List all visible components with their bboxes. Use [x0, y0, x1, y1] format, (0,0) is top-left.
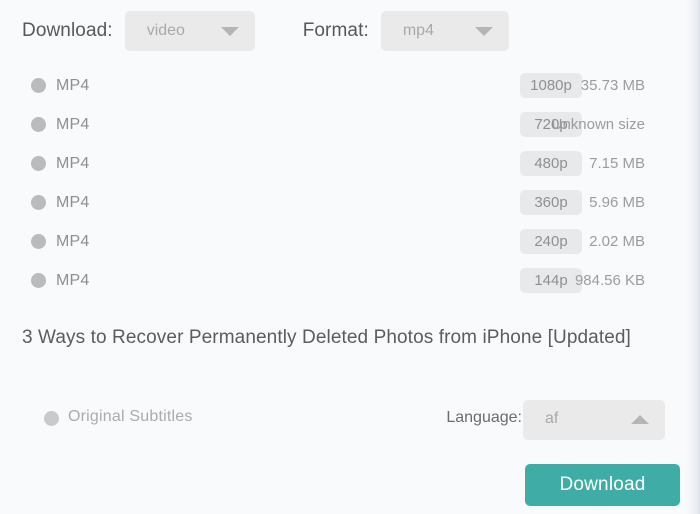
- stream-quality-badge: 360p: [520, 190, 582, 215]
- stream-size-label: 984.56 KB: [574, 272, 645, 289]
- download-type-label: Download:: [22, 20, 113, 41]
- stream-row[interactable]: MP4 144p 984.56 KB: [0, 261, 700, 300]
- download-button[interactable]: Download: [525, 464, 680, 506]
- format-label: Format:: [302, 20, 369, 41]
- original-subtitles-label: Original Subtitles: [68, 408, 193, 425]
- stream-format-label: MP4: [56, 232, 90, 250]
- radio-icon[interactable]: [31, 78, 46, 93]
- stream-row[interactable]: MP4 240p 2.02 MB: [0, 222, 700, 261]
- language-select[interactable]: af: [523, 400, 665, 440]
- stream-quality-badge: 480p: [520, 151, 582, 176]
- stream-size-label: Unknown size: [551, 116, 645, 133]
- language-label: Language:: [446, 409, 522, 426]
- stream-format-label: MP4: [56, 76, 90, 94]
- stream-quality-badge: 240p: [520, 229, 582, 254]
- stream-size-label: 2.02 MB: [589, 233, 645, 250]
- video-title: 3 Ways to Recover Permanently Deleted Ph…: [22, 327, 631, 348]
- radio-icon[interactable]: [31, 195, 46, 210]
- download-type-value: video: [146, 22, 185, 39]
- format-select[interactable]: mp4: [380, 11, 509, 51]
- stream-row[interactable]: MP4 360p 5.96 MB: [0, 183, 700, 222]
- stream-size-label: 5.96 MB: [589, 194, 645, 211]
- stream-list: MP4 1080p 35.73 MB MP4 720p Unknown size…: [0, 66, 700, 300]
- chevron-down-icon: [474, 27, 493, 36]
- radio-icon[interactable]: [31, 273, 46, 288]
- downloader-dialog: Download: video Format: mp4 MP4 1080p 35…: [0, 0, 700, 514]
- stream-row[interactable]: MP4 720p Unknown size: [0, 105, 700, 144]
- stream-format-label: MP4: [56, 115, 90, 133]
- radio-icon[interactable]: [31, 234, 46, 249]
- stream-row[interactable]: MP4 1080p 35.73 MB: [0, 66, 700, 105]
- stream-size-label: 35.73 MB: [580, 77, 645, 94]
- stream-row[interactable]: MP4 480p 7.15 MB: [0, 144, 700, 183]
- chevron-up-icon: [631, 415, 649, 424]
- radio-icon[interactable]: [31, 156, 46, 171]
- download-type-select[interactable]: video: [124, 11, 255, 51]
- stream-quality-badge: 1080p: [520, 73, 582, 98]
- stream-format-label: MP4: [56, 193, 90, 211]
- stream-quality-badge: 144p: [520, 268, 582, 293]
- stream-size-label: 7.15 MB: [589, 155, 645, 172]
- language-value: af: [545, 410, 559, 427]
- stream-format-label: MP4: [56, 154, 90, 172]
- stream-format-label: MP4: [56, 271, 90, 289]
- subtitles-row: Original Subtitles Language: af: [0, 400, 700, 442]
- radio-icon[interactable]: [44, 411, 59, 426]
- options-toolbar: Download: video Format: mp4: [22, 11, 509, 51]
- format-value: mp4: [402, 22, 434, 39]
- chevron-down-icon: [220, 27, 239, 36]
- radio-icon[interactable]: [31, 117, 46, 132]
